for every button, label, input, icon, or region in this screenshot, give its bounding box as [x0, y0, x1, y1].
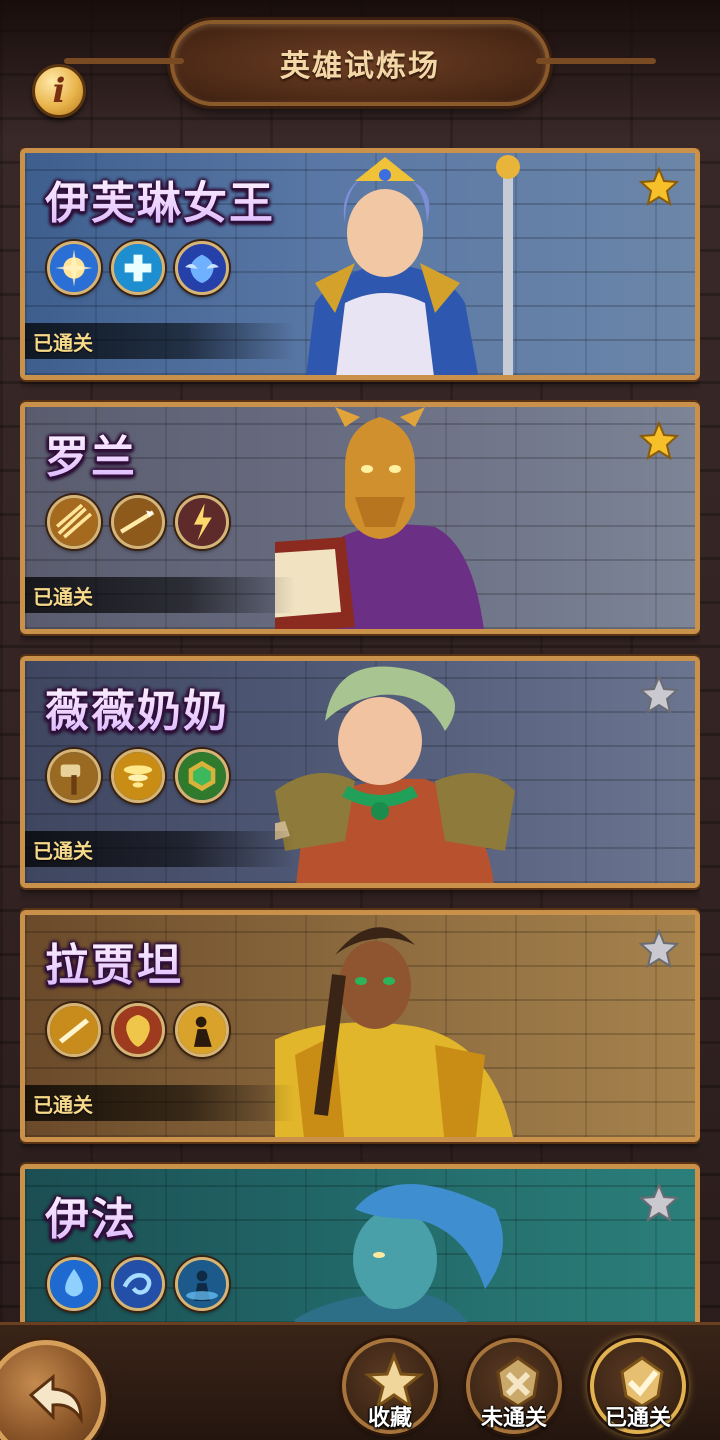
status-label: 已通关	[33, 1092, 93, 1117]
hero-name: 薇薇奶奶	[45, 675, 229, 739]
filter-not-cleared-button[interactable]: 未通关	[466, 1338, 562, 1434]
water-spirit-icon[interactable]	[175, 1257, 229, 1311]
filter-label: 收藏	[367, 1406, 412, 1431]
status-bar: 已通关	[25, 577, 295, 613]
status-label: 已通关	[33, 584, 93, 609]
hero-name: 伊芙琳女王	[45, 167, 275, 231]
status-label: 已通关	[33, 330, 93, 355]
emerald-shield-icon[interactable]	[175, 749, 229, 803]
title-plate: 英雄试炼场	[64, 20, 656, 106]
hero-card[interactable]: 薇薇奶奶 已通关	[20, 656, 700, 888]
skill-list	[47, 749, 229, 803]
hero-list[interactable]: 伊芙琳女王 已通关 罗兰 已通关 薇薇奶奶 已通关 拉贾坦 已通关 伊法	[20, 148, 700, 1323]
lightning-strike-icon[interactable]	[175, 495, 229, 549]
info-glyph: i	[52, 71, 66, 111]
page-title: 英雄试炼场	[280, 49, 440, 84]
spear-throw-icon[interactable]	[111, 495, 165, 549]
hero-name: 伊法	[45, 1183, 137, 1247]
status-label: 已通关	[33, 838, 93, 863]
filter-label: 已通关	[604, 1406, 671, 1431]
arrow-volley-icon[interactable]	[47, 495, 101, 549]
favorite-star-icon[interactable]	[639, 1183, 679, 1223]
favorite-star-icon[interactable]	[639, 167, 679, 207]
hero-portrait	[294, 1184, 503, 1323]
hero-card[interactable]: 拉贾坦 已通关	[20, 910, 700, 1142]
filter-cleared-button[interactable]: 已通关	[590, 1338, 686, 1434]
hero-card[interactable]: 罗兰 已通关	[20, 402, 700, 634]
hero-card[interactable]: 伊芙琳女王 已通关	[20, 148, 700, 380]
status-bar: 已通关	[25, 1085, 295, 1121]
heal-plus-icon[interactable]	[111, 241, 165, 295]
skill-list	[47, 1003, 229, 1057]
back-arrow-icon	[28, 1373, 83, 1425]
skill-list	[47, 241, 229, 295]
favorite-star-icon[interactable]	[639, 675, 679, 715]
favorite-star-icon[interactable]	[639, 421, 679, 461]
back-button[interactable]	[0, 1340, 106, 1440]
hero-portrait	[275, 927, 513, 1137]
shield-wings-icon[interactable]	[175, 241, 229, 295]
status-bar: 已通关	[25, 323, 295, 359]
skill-list	[47, 495, 229, 549]
info-icon[interactable]: i	[32, 64, 86, 118]
blade-dash-icon[interactable]	[47, 1003, 101, 1057]
hero-portrait	[306, 155, 520, 375]
water-whirl-icon[interactable]	[111, 1257, 165, 1311]
holy-orb-icon[interactable]	[47, 241, 101, 295]
hero-portrait	[275, 666, 515, 883]
favorite-star-icon[interactable]	[639, 929, 679, 969]
skill-list	[47, 1257, 229, 1311]
warrior-silhouette-icon[interactable]	[175, 1003, 229, 1057]
golden-shield-icon[interactable]	[111, 1003, 165, 1057]
hammer-slam-icon[interactable]	[47, 749, 101, 803]
water-drop-icon[interactable]	[47, 1257, 101, 1311]
filter-label: 未通关	[480, 1406, 547, 1431]
hero-name: 罗兰	[45, 421, 137, 485]
hero-portrait	[275, 407, 484, 629]
filter-favorites-button[interactable]: 收藏	[342, 1338, 438, 1434]
hero-name: 拉贾坦	[45, 929, 183, 993]
hero-card[interactable]: 伊法	[20, 1164, 700, 1323]
whirlwind-icon[interactable]	[111, 749, 165, 803]
status-bar: 已通关	[25, 831, 295, 867]
